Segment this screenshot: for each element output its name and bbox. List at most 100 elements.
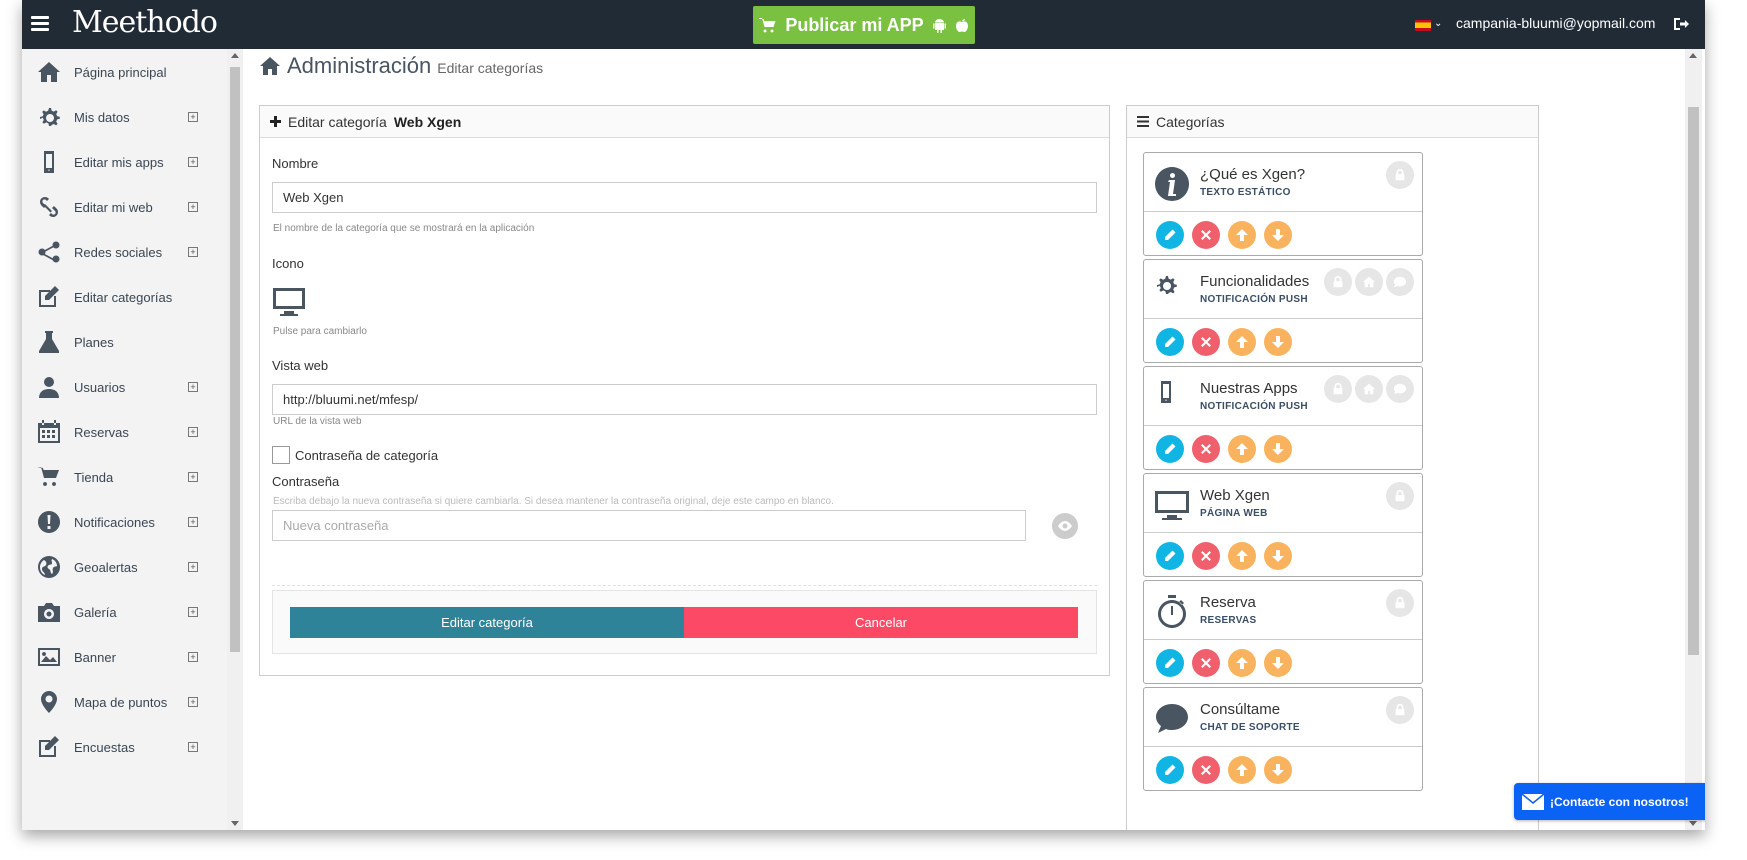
globe-icon: [36, 554, 62, 580]
sidebar-item-geoalertas[interactable]: Geoalertas +: [22, 544, 227, 590]
expand-icon[interactable]: +: [188, 247, 198, 257]
sidebar-item-tienda[interactable]: Tienda +: [22, 454, 227, 500]
delete-category-action[interactable]: [1192, 328, 1220, 356]
name-input[interactable]: Web Xgen: [272, 182, 1097, 213]
edit-category-action[interactable]: [1156, 649, 1184, 677]
home-icon[interactable]: [1355, 375, 1383, 403]
delete-category-action[interactable]: [1192, 221, 1220, 249]
sidebar-item-galería[interactable]: Galería +: [22, 589, 227, 635]
move-up-action[interactable]: [1228, 649, 1256, 677]
sidebar-scrollbar[interactable]: [227, 49, 243, 830]
sidebar-item-reservas[interactable]: Reservas +: [22, 409, 227, 455]
share-icon: [36, 239, 62, 265]
category-badges: [1386, 589, 1414, 617]
web-url-input[interactable]: http://bluumi.net/mfesp/: [272, 384, 1097, 415]
sidebar-item-mis-datos[interactable]: Mis datos +: [22, 94, 227, 140]
user-email[interactable]: campania-bluumi@yopmail.com: [1456, 15, 1655, 31]
move-up-action[interactable]: [1228, 756, 1256, 784]
publish-app-button[interactable]: Publicar mi APP: [753, 6, 975, 44]
logout-icon[interactable]: [1673, 16, 1689, 32]
password-checkbox[interactable]: [272, 446, 290, 464]
expand-icon[interactable]: +: [188, 157, 198, 167]
sidebar-item-mapa-de-puntos[interactable]: Mapa de puntos +: [22, 679, 227, 725]
edit-category-action[interactable]: [1156, 435, 1184, 463]
delete-category-action[interactable]: [1192, 649, 1220, 677]
icon-help: Pulse para cambiarlo: [273, 326, 367, 337]
mail-icon: [1522, 793, 1544, 810]
lock-icon[interactable]: [1324, 375, 1352, 403]
edit-category-action[interactable]: [1156, 328, 1184, 356]
edit-category-action[interactable]: [1156, 756, 1184, 784]
edit-category-panel: Editar categoría Web Xgen Nombre Web Xge…: [259, 105, 1110, 676]
home-icon[interactable]: [1355, 268, 1383, 296]
monitor-icon[interactable]: [272, 286, 306, 318]
cancel-button[interactable]: Cancelar: [684, 607, 1078, 638]
category-name: Funcionalidades: [1200, 273, 1310, 290]
info-icon: [1153, 165, 1191, 203]
app-logo[interactable]: Meethodo: [72, 5, 218, 40]
expand-icon[interactable]: +: [188, 472, 198, 482]
sidebar-item-planes[interactable]: Planes: [22, 319, 227, 365]
sidebar-item-notificaciones[interactable]: Notificaciones +: [22, 499, 227, 545]
expand-icon[interactable]: +: [188, 562, 198, 572]
chevron-down-icon[interactable]: ⌄: [1434, 18, 1442, 29]
move-down-action[interactable]: [1264, 328, 1292, 356]
edit-category-button[interactable]: Editar categoría: [290, 607, 684, 638]
lock-icon[interactable]: [1386, 161, 1414, 189]
lock-icon[interactable]: [1324, 268, 1352, 296]
show-password-button[interactable]: [1052, 513, 1078, 539]
sidebar-item-página-principal[interactable]: Página principal: [22, 49, 227, 95]
move-down-action[interactable]: [1264, 542, 1292, 570]
sidebar-item-encuestas[interactable]: Encuestas +: [22, 724, 227, 770]
menu-toggle-icon[interactable]: [31, 13, 49, 35]
sidebar-item-redes-sociales[interactable]: Redes sociales +: [22, 229, 227, 275]
delete-category-action[interactable]: [1192, 542, 1220, 570]
language-flag-icon[interactable]: [1415, 20, 1431, 31]
move-up-action[interactable]: [1228, 542, 1256, 570]
password-input[interactable]: Nueva contraseña: [272, 510, 1026, 541]
edit-category-action[interactable]: [1156, 221, 1184, 249]
move-up-action[interactable]: [1228, 221, 1256, 249]
expand-icon[interactable]: +: [188, 652, 198, 662]
page-header: Administración Editar categorías: [259, 53, 543, 79]
expand-icon[interactable]: +: [188, 382, 198, 392]
delete-category-action[interactable]: [1192, 435, 1220, 463]
sidebar-item-banner[interactable]: Banner +: [22, 634, 227, 680]
move-down-action[interactable]: [1264, 649, 1292, 677]
expand-icon[interactable]: +: [188, 607, 198, 617]
sidebar-item-editar-mi-web[interactable]: Editar mi web +: [22, 184, 227, 230]
sidebar-item-label: Editar categorías: [74, 289, 173, 305]
move-down-action[interactable]: [1264, 221, 1292, 249]
move-up-action[interactable]: [1228, 328, 1256, 356]
sidebar-item-usuarios[interactable]: Usuarios +: [22, 364, 227, 410]
lock-icon[interactable]: [1386, 589, 1414, 617]
edit-category-action[interactable]: [1156, 542, 1184, 570]
arrow-down-icon: [1272, 229, 1284, 241]
chat-icon[interactable]: [1386, 268, 1414, 296]
page-scrollbar[interactable]: [1685, 49, 1702, 830]
delete-category-action[interactable]: [1192, 756, 1220, 784]
expand-icon[interactable]: +: [188, 742, 198, 752]
expand-icon[interactable]: +: [188, 112, 198, 122]
chat-icon[interactable]: [1386, 375, 1414, 403]
password-checkbox-label[interactable]: Contraseña de categoría: [295, 448, 438, 463]
sidebar-item-editar-categorías[interactable]: Editar categorías: [22, 274, 227, 320]
gear-icon: [36, 104, 62, 130]
contact-us-button[interactable]: ¡Contacte con nosotros!: [1514, 783, 1705, 820]
lock-icon[interactable]: [1386, 482, 1414, 510]
expand-icon[interactable]: +: [188, 697, 198, 707]
expand-icon[interactable]: +: [188, 202, 198, 212]
expand-icon[interactable]: +: [188, 427, 198, 437]
password-help: Escriba debajo la nueva contraseña si qu…: [273, 496, 834, 507]
mobile-icon: [1153, 379, 1191, 417]
sidebar-item-editar-mis-apps[interactable]: Editar mis apps +: [22, 139, 227, 185]
move-up-action[interactable]: [1228, 435, 1256, 463]
sidebar-item-label: Editar mi web: [74, 199, 153, 215]
lock-icon[interactable]: [1386, 696, 1414, 724]
chat-icon: [1153, 700, 1191, 738]
move-down-action[interactable]: [1264, 435, 1292, 463]
category-card-header: Nuestras Apps NOTIFICACIÓN PUSH: [1144, 367, 1422, 426]
expand-icon[interactable]: +: [188, 517, 198, 527]
close-icon: [1201, 230, 1211, 240]
move-down-action[interactable]: [1264, 756, 1292, 784]
